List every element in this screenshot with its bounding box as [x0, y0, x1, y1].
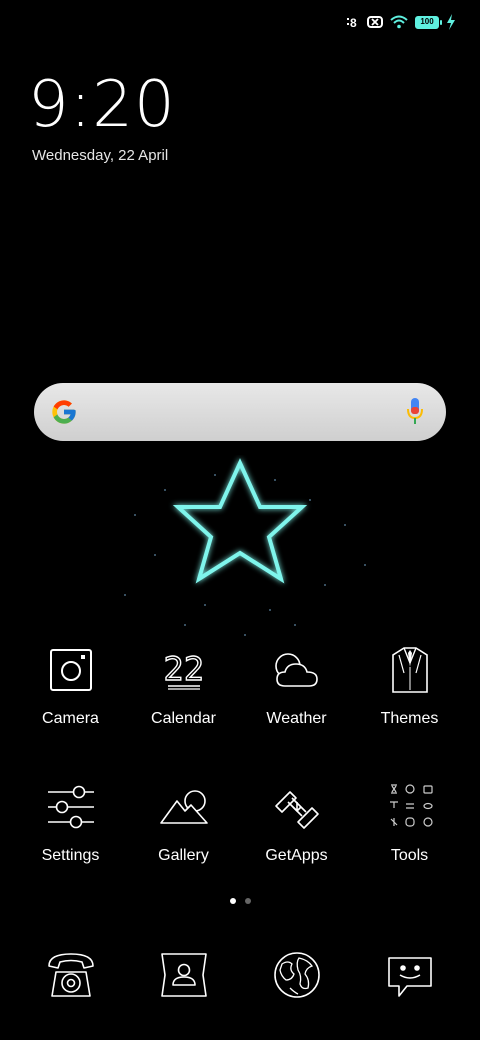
gallery-icon [159, 790, 208, 824]
browser-icon [273, 952, 320, 998]
page-dot[interactable] [244, 898, 251, 904]
phone-icon [47, 953, 94, 997]
notification-icon: 8 [347, 16, 357, 29]
wifi-icon [390, 15, 408, 29]
getapps-icon [274, 791, 319, 829]
google-g-icon [52, 400, 76, 424]
status-bar: 8 100 [346, 12, 456, 32]
svg-text:8: 8 [350, 16, 357, 29]
charging-icon [447, 14, 455, 30]
dock-messages[interactable] [353, 950, 466, 1000]
page-dot-active[interactable] [229, 898, 236, 904]
page-indicator [0, 898, 480, 904]
date-label[interactable]: Wednesday, 22 April [32, 147, 168, 164]
app-label: GetApps [265, 847, 328, 864]
weather-icon [274, 653, 318, 687]
battery-level: 100 [420, 17, 434, 26]
contacts-icon [160, 953, 207, 997]
app-label: Gallery [158, 847, 209, 864]
app-themes[interactable]: Themes [353, 642, 466, 728]
dock-contacts[interactable] [127, 950, 240, 1000]
settings-icon [47, 785, 94, 829]
messages-icon [387, 957, 432, 997]
microphone-icon[interactable] [406, 397, 424, 427]
clock-widget[interactable]: 9:20 [28, 68, 176, 142]
camera-icon [49, 649, 92, 691]
svg-text:22: 22 [163, 650, 204, 688]
alarm-off-icon [367, 16, 383, 28]
app-gallery[interactable]: Gallery [127, 779, 240, 865]
app-label: Calendar [151, 710, 216, 727]
folder-tools[interactable]: Tools [353, 779, 466, 865]
battery-icon: 100 [415, 15, 442, 29]
app-label: Weather [266, 710, 327, 727]
app-settings[interactable]: Settings [14, 779, 127, 865]
tools-folder-icon [389, 784, 433, 827]
neon-star-wallpaper [124, 458, 366, 636]
themes-icon [391, 647, 428, 693]
app-weather[interactable]: Weather [240, 642, 353, 728]
dock-browser[interactable] [240, 950, 353, 1000]
app-label: Themes [380, 710, 439, 727]
app-calendar[interactable]: 22 Calendar [127, 642, 240, 728]
app-getapps[interactable]: GetApps [240, 779, 353, 865]
app-label: Camera [42, 710, 99, 727]
app-label: Settings [41, 847, 100, 864]
google-search-bar[interactable] [34, 383, 446, 441]
calendar-icon: 22 [162, 649, 205, 690]
dock-phone[interactable] [14, 950, 127, 1000]
folder-label: Tools [390, 847, 429, 864]
app-camera[interactable]: Camera [14, 642, 127, 728]
